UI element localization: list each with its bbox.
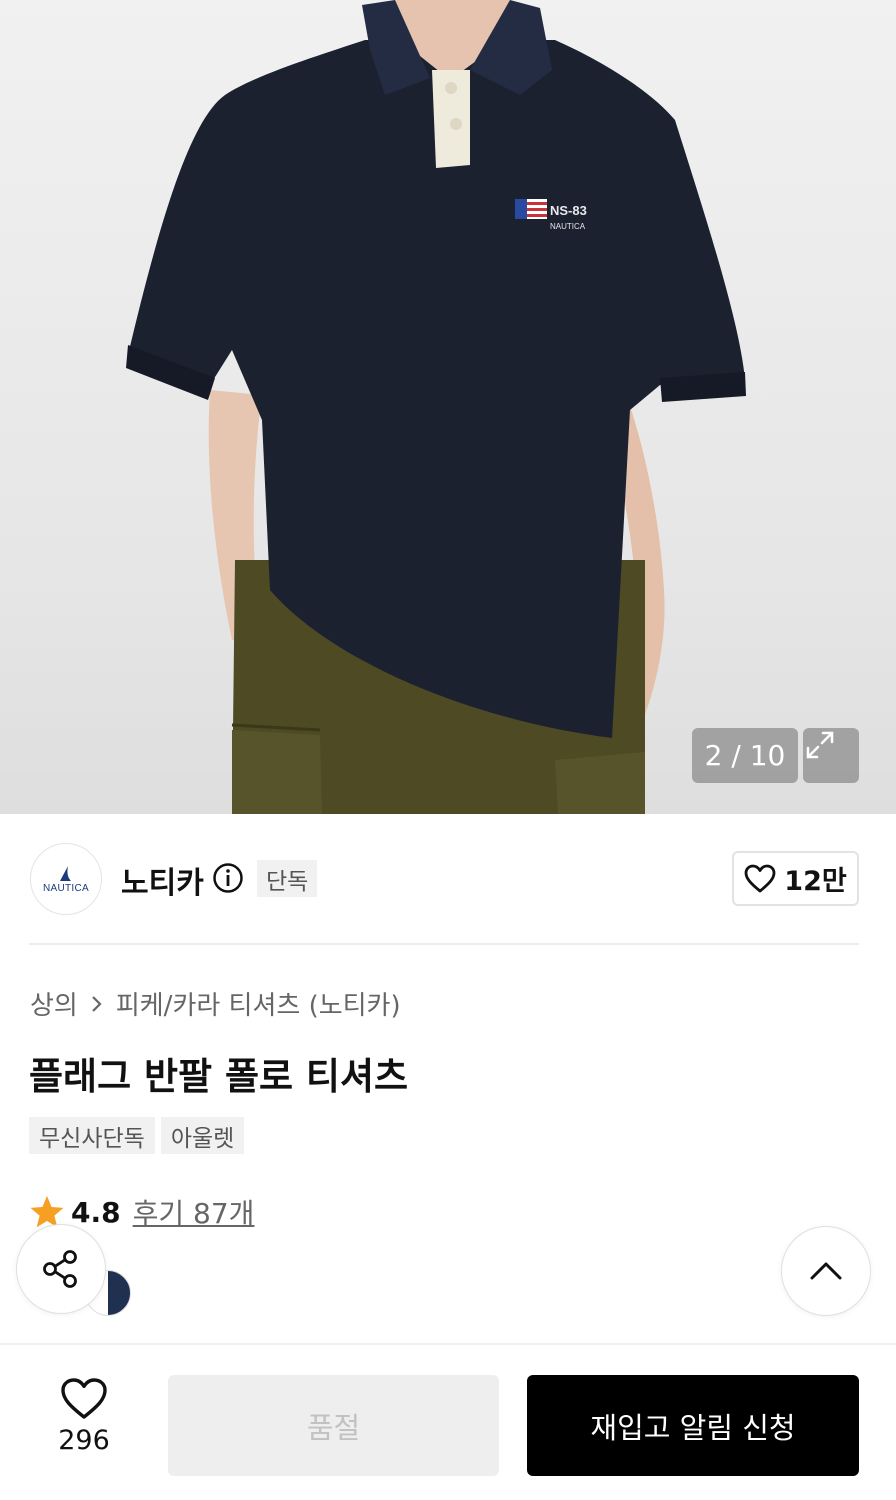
breadcrumb-item-subcategory[interactable]: 피케/카라 티셔츠 (노티카) <box>116 985 401 1022</box>
product-tags: 무신사단독 아울렛 <box>29 1117 245 1154</box>
product-image[interactable]: NS-83 NAUTICA 2 / 10 <box>0 0 896 814</box>
expand-button[interactable] <box>803 728 859 783</box>
wishlist-count: 296 <box>58 1425 110 1456</box>
rating-value: 4.8 <box>71 1195 121 1229</box>
heart-icon <box>744 864 776 892</box>
info-icon[interactable] <box>212 862 244 894</box>
product-photo: NS-83 NAUTICA <box>126 0 746 814</box>
brand-name[interactable]: 노티카 <box>121 858 204 902</box>
brand-row: NAUTICA 노티카 단독 12만 <box>0 814 896 944</box>
tag-outlet: 아울렛 <box>160 1117 245 1154</box>
reviews-link[interactable]: 후기 87개 <box>133 1192 255 1232</box>
tag-musinsa-exclusive: 무신사단독 <box>29 1117 155 1154</box>
product-title: 플래그 반팔 폴로 티셔츠 <box>29 1055 409 1098</box>
share-button[interactable] <box>16 1224 106 1314</box>
brand-logo-text: NAUTICA <box>43 882 89 894</box>
chevron-right-icon <box>90 994 104 1014</box>
scroll-top-button[interactable] <box>781 1226 871 1316</box>
heart-icon <box>61 1378 107 1419</box>
breadcrumb-item-category[interactable]: 상의 <box>30 985 78 1022</box>
expand-icon <box>806 731 834 759</box>
restock-alert-button[interactable]: 재입고 알림 신청 <box>527 1375 859 1476</box>
wishlist-button[interactable]: 296 <box>40 1377 128 1456</box>
bottom-action-bar: 296 품절 재입고 알림 신청 <box>0 1343 896 1500</box>
chest-logo-line2: NAUTICA <box>550 222 586 231</box>
chest-logo-line1: NS-83 <box>550 203 587 218</box>
brand-like-button[interactable]: 12만 <box>732 851 859 906</box>
image-counter: 2 / 10 <box>692 728 798 783</box>
chevron-up-icon <box>810 1262 842 1280</box>
brand-logo[interactable]: NAUTICA <box>30 843 102 915</box>
sail-icon <box>60 865 71 881</box>
breadcrumb: 상의 피케/카라 티셔츠 (노티카) <box>30 985 401 1022</box>
brand-like-count: 12만 <box>784 866 847 897</box>
soldout-button: 품절 <box>168 1375 499 1476</box>
share-icon <box>43 1250 77 1288</box>
exclusive-badge: 단독 <box>257 860 318 897</box>
divider <box>29 943 859 945</box>
